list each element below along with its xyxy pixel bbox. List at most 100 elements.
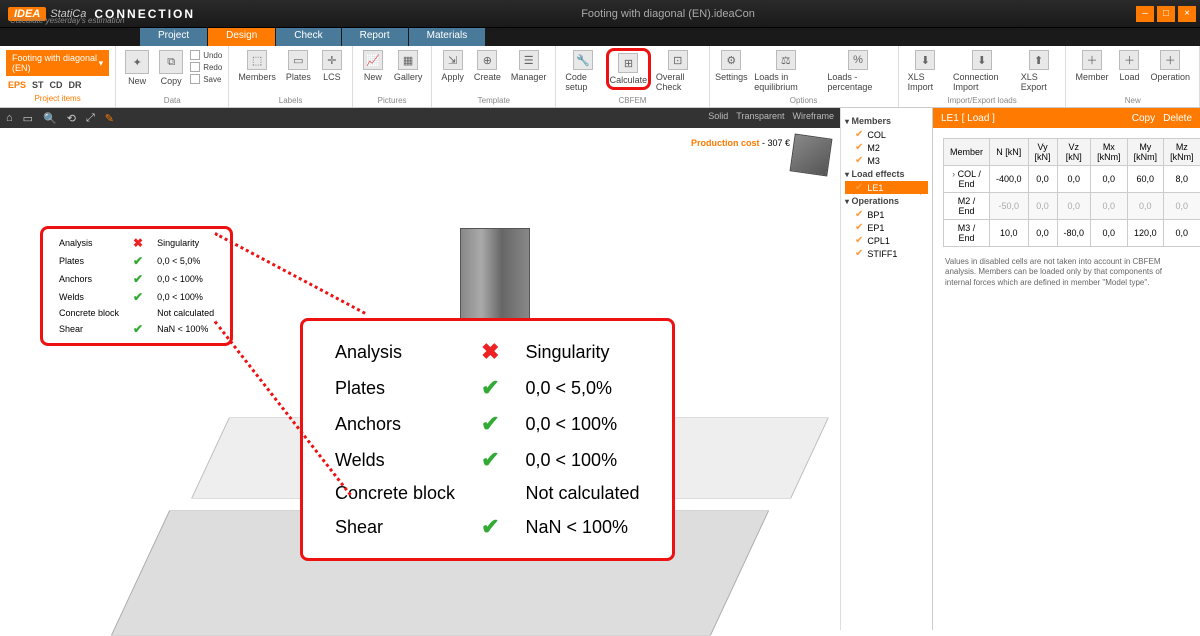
close-button[interactable]: × — [1178, 6, 1196, 22]
apply-button[interactable]: ⇲Apply — [436, 48, 469, 84]
mode-solid[interactable]: Solid — [708, 111, 728, 121]
copy-icon: ⧉ — [159, 50, 183, 74]
manager-button[interactable]: ☰Manager — [506, 48, 552, 84]
viewport-3d[interactable]: ⌂ ▭ 🔍 ⟲ ⤢ ✎ Solid Transparent Wireframe … — [0, 108, 840, 630]
group-project-items: Project items — [4, 92, 111, 103]
mode-wireframe[interactable]: Wireframe — [792, 111, 834, 121]
save-icon — [190, 74, 200, 84]
cell[interactable]: -80,0 — [1057, 220, 1091, 247]
cell[interactable]: M2 / End — [944, 193, 990, 220]
table-row[interactable]: M2 / End-50,00,00,00,00,00,0 — [944, 193, 1200, 220]
cell[interactable]: -400,0 — [990, 166, 1029, 193]
cell[interactable]: 10,0 — [990, 220, 1029, 247]
tree-item[interactable]: ✔ COL — [845, 128, 928, 141]
result-name: Anchors — [323, 407, 467, 441]
tree-item[interactable]: ✔ STIFF1 — [845, 247, 928, 260]
chart-icon: 📈 — [363, 50, 383, 70]
tree-item[interactable]: ✔ M3 — [845, 154, 928, 167]
loads-table[interactable]: MemberN [kN]Vy [kN]Vz [kN]Mx [kNm]My [kN… — [943, 138, 1200, 247]
maximize-button[interactable]: □ — [1157, 6, 1175, 22]
cell[interactable]: 0,0 — [1091, 166, 1128, 193]
cell[interactable]: 0,0 — [1127, 193, 1164, 220]
cell[interactable]: 60,0 — [1127, 166, 1164, 193]
cell[interactable]: COL / End — [944, 166, 990, 193]
col-header: Member — [944, 139, 990, 166]
col-header: Mz [kNm] — [1164, 139, 1200, 166]
tree-ops-header[interactable]: ▾ Operations — [845, 194, 928, 208]
cell[interactable]: 0,0 — [1057, 193, 1091, 220]
tab-check[interactable]: Check — [276, 28, 340, 46]
loads-eq-button[interactable]: ⚖Loads in equilibrium — [749, 48, 822, 94]
xls-import-button[interactable]: ⬇XLS Import — [903, 48, 948, 94]
tree-item[interactable]: ✔ EP1 — [845, 221, 928, 234]
tree-loads-header[interactable]: ▾ Load effects — [845, 167, 928, 181]
calculate-button[interactable]: ⊞Calculate — [606, 48, 651, 90]
group-pictures: Pictures — [357, 94, 428, 105]
result-value: 0,0 < 100% — [514, 443, 652, 477]
tab-design[interactable]: Design — [208, 28, 275, 46]
lcs-button[interactable]: ✛LCS — [316, 48, 348, 84]
overall-check-button[interactable]: ⊡Overall Check — [651, 48, 705, 94]
create-button[interactable]: ⊕Create — [469, 48, 506, 84]
tree-item[interactable]: ✔ M2 — [845, 141, 928, 154]
project-item-pill[interactable]: Footing with diagonal (EN) ▾ — [6, 50, 109, 76]
balance-icon: ⚖ — [776, 50, 796, 70]
cell[interactable]: M3 / End — [944, 220, 990, 247]
cell[interactable]: 0,0 — [1028, 193, 1057, 220]
cell[interactable]: 120,0 — [1127, 220, 1164, 247]
save-button[interactable]: Save — [190, 74, 222, 84]
view-cube[interactable] — [790, 134, 833, 177]
title-bar: IDEA StatiCa CONNECTION Footing with dia… — [0, 0, 1200, 28]
undo-button[interactable]: Undo — [190, 50, 222, 60]
cell[interactable]: 0,0 — [1164, 193, 1200, 220]
result-name: Concrete block — [53, 307, 125, 319]
select-icon[interactable]: ▭ — [23, 112, 33, 125]
mode-transparent[interactable]: Transparent — [736, 111, 784, 121]
code-setup-button[interactable]: 🔧Code setup — [560, 48, 606, 94]
table-row[interactable]: COL / End-400,00,00,00,060,08,0 — [944, 166, 1200, 193]
view-modes: Solid Transparent Wireframe — [708, 111, 834, 121]
manager-icon: ☰ — [519, 50, 539, 70]
tab-project[interactable]: Project — [140, 28, 207, 46]
cell[interactable]: 0,0 — [1091, 220, 1128, 247]
group-template: Template — [436, 94, 551, 105]
tab-materials[interactable]: Materials — [409, 28, 486, 46]
tab-report[interactable]: Report — [342, 28, 408, 46]
copy-link[interactable]: Copy — [1132, 113, 1155, 124]
pic-new-button[interactable]: 📈New — [357, 48, 389, 84]
plates-button[interactable]: ▭Plates — [281, 48, 316, 84]
gallery-button[interactable]: ▦Gallery — [389, 48, 428, 84]
tree-item[interactable]: ✔ BP1 — [845, 208, 928, 221]
rotate-icon[interactable]: ⟲ — [67, 112, 76, 125]
cell[interactable]: 0,0 — [1057, 166, 1091, 193]
minimize-button[interactable]: – — [1136, 6, 1154, 22]
table-row[interactable]: M3 / End10,00,0-80,00,0120,00,0 — [944, 220, 1200, 247]
new-member-button[interactable]: ＋Member — [1070, 48, 1113, 84]
zoom-icon[interactable]: 🔍 — [43, 112, 57, 125]
redo-button[interactable]: Redo — [190, 62, 222, 72]
xls-export-button[interactable]: ⬆XLS Export — [1016, 48, 1062, 94]
delete-link[interactable]: Delete — [1163, 113, 1192, 124]
cell[interactable]: 0,0 — [1164, 220, 1200, 247]
expand-icon[interactable]: ⤢ — [86, 112, 95, 125]
cell[interactable]: 0,0 — [1028, 166, 1057, 193]
new-button[interactable]: ✦New — [120, 48, 154, 88]
home-icon[interactable]: ⌂ — [6, 112, 13, 124]
cell[interactable]: 0,0 — [1091, 193, 1128, 220]
result-value: Not calculated — [151, 307, 220, 319]
cell[interactable]: 0,0 — [1028, 220, 1057, 247]
new-op-button[interactable]: ＋Operation — [1145, 48, 1195, 84]
new-load-button[interactable]: ＋Load — [1113, 48, 1145, 84]
content: ⌂ ▭ 🔍 ⟲ ⤢ ✎ Solid Transparent Wireframe … — [0, 108, 1200, 630]
loads-pct-button[interactable]: %Loads - percentage — [822, 48, 893, 94]
orbit-icon[interactable]: ✎ — [105, 112, 114, 125]
copy-button[interactable]: ⧉Copy — [154, 48, 188, 88]
tree-item[interactable]: ✔ CPL1 — [845, 234, 928, 247]
settings-button[interactable]: ⚙Settings — [714, 48, 750, 84]
tree-item[interactable]: ✔ LE1 — [845, 181, 928, 194]
tree-members-header[interactable]: ▾ Members — [845, 114, 928, 128]
members-button[interactable]: ⬚Members — [233, 48, 281, 84]
cell[interactable]: 8,0 — [1164, 166, 1200, 193]
cell[interactable]: -50,0 — [990, 193, 1029, 220]
conn-import-button[interactable]: ⬇Connection Import — [948, 48, 1016, 94]
